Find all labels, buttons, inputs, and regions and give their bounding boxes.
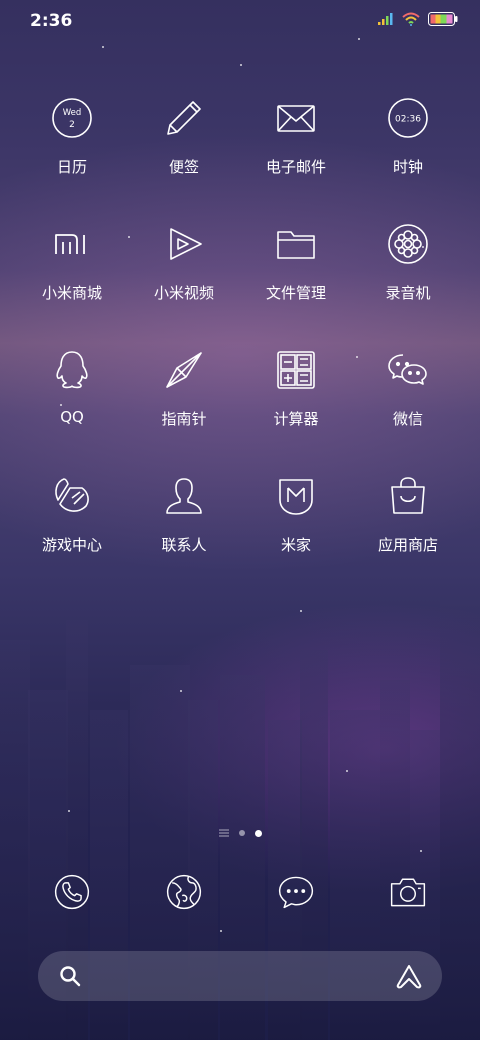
phone-icon xyxy=(46,866,98,918)
mail-icon xyxy=(270,92,322,144)
calendar-day: 2 xyxy=(69,120,75,130)
app-clock[interactable]: 02:36 时钟 xyxy=(352,92,464,218)
app-store-icon xyxy=(382,470,434,522)
app-qq[interactable]: QQ xyxy=(16,344,128,470)
app-label: 便签 xyxy=(168,158,199,176)
wechat-icon xyxy=(382,344,434,396)
page-dot-active[interactable] xyxy=(254,829,262,837)
status-time: 2:36 xyxy=(30,11,73,31)
dock-camera[interactable] xyxy=(352,866,464,918)
wifi-icon xyxy=(402,12,420,26)
clock-icon: 02:36 xyxy=(382,92,434,144)
app-label: 联系人 xyxy=(161,536,207,554)
camera-icon xyxy=(382,866,434,918)
app-label: 小米视频 xyxy=(153,284,214,302)
dock-messages[interactable] xyxy=(240,866,352,918)
messages-icon xyxy=(270,866,322,918)
app-mi-video[interactable]: 小米视频 xyxy=(128,218,240,344)
mijia-icon xyxy=(270,470,322,522)
dock-phone[interactable] xyxy=(16,866,128,918)
app-calendar[interactable]: Wed 2 日历 xyxy=(16,92,128,218)
browser-icon xyxy=(158,866,210,918)
app-notes[interactable]: 便签 xyxy=(128,92,240,218)
app-label: 计算器 xyxy=(273,410,319,428)
pencil-icon xyxy=(158,92,210,144)
search-bar[interactable] xyxy=(38,951,442,1001)
recorder-icon xyxy=(382,218,434,270)
app-label: 录音机 xyxy=(385,284,431,302)
mi-logo-icon xyxy=(46,218,98,270)
app-contacts[interactable]: 联系人 xyxy=(128,470,240,596)
app-wechat[interactable]: 微信 xyxy=(352,344,464,470)
qq-penguin-icon xyxy=(46,344,98,396)
contacts-icon xyxy=(158,470,210,522)
app-grid: Wed 2 日历 便签 电子邮件 02:36 时钟 小米商城 小米视频 文件管理… xyxy=(16,92,464,596)
app-label: 文件管理 xyxy=(265,284,326,302)
app-email[interactable]: 电子邮件 xyxy=(240,92,352,218)
page-dot[interactable] xyxy=(238,830,245,836)
compass-icon xyxy=(158,344,210,396)
app-label: 时钟 xyxy=(392,158,423,176)
app-label: 应用商店 xyxy=(377,536,438,554)
calendar-weekday: Wed xyxy=(63,108,82,118)
app-game-center[interactable]: 游戏中心 xyxy=(16,470,128,596)
app-mi-store[interactable]: 小米商城 xyxy=(16,218,128,344)
clock-icon-time: 02:36 xyxy=(395,115,421,125)
app-recorder[interactable]: 录音机 xyxy=(352,218,464,344)
app-label: 游戏中心 xyxy=(41,536,102,554)
app-compass[interactable]: 指南针 xyxy=(128,344,240,470)
battery-icon xyxy=(428,12,458,26)
video-play-icon xyxy=(158,218,210,270)
calculator-icon xyxy=(270,344,322,396)
app-label: 日历 xyxy=(56,158,87,176)
app-calculator[interactable]: 计算器 xyxy=(240,344,352,470)
search-icon[interactable] xyxy=(58,964,82,988)
app-label: 小米商城 xyxy=(41,284,102,302)
app-label: 指南针 xyxy=(161,410,207,428)
dock-browser[interactable] xyxy=(128,866,240,918)
app-file-manager[interactable]: 文件管理 xyxy=(240,218,352,344)
signal-icon xyxy=(378,13,393,25)
game-center-icon xyxy=(46,470,98,522)
status-bar: 2:36 xyxy=(0,0,480,44)
app-label: 微信 xyxy=(392,410,423,428)
page-indicator xyxy=(0,829,480,837)
app-label: QQ xyxy=(60,408,84,426)
status-icons xyxy=(378,12,458,26)
folder-icon xyxy=(270,218,322,270)
app-mijia[interactable]: 米家 xyxy=(240,470,352,596)
app-label: 米家 xyxy=(280,536,311,554)
assistant-icon[interactable] xyxy=(394,963,424,989)
dock xyxy=(16,866,464,918)
app-app-store[interactable]: 应用商店 xyxy=(352,470,464,596)
page-indicator-menu-icon xyxy=(218,829,229,837)
app-label: 电子邮件 xyxy=(265,158,326,176)
calendar-icon: Wed 2 xyxy=(46,92,98,144)
